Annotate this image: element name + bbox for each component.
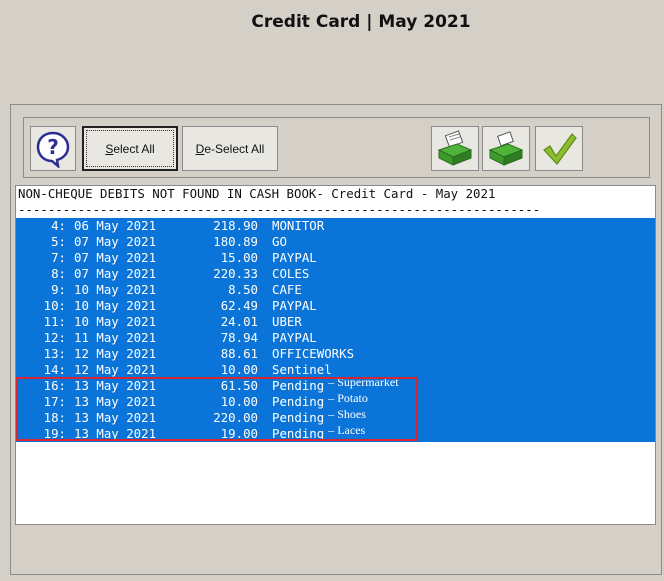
select-all-button[interactable]: Select All [82, 126, 178, 171]
row-index: 14: [43, 362, 66, 377]
row-amount: 15.00 [220, 250, 258, 265]
deselect-all-label: e-Select All [204, 141, 265, 156]
list-item[interactable]: 5: 07 May 2021 180.89 GO [16, 234, 655, 250]
row-amount: 24.01 [220, 314, 258, 329]
row-date: 07 May 2021 [74, 234, 157, 249]
row-amount: 62.49 [220, 298, 258, 313]
row-description: Sentinel [272, 362, 332, 377]
list-item[interactable]: 10: 10 May 2021 62.49 PAYPAL [16, 298, 655, 314]
row-description: PAYPAL [272, 330, 317, 345]
row-description: GO [272, 234, 287, 249]
printer-icon [437, 129, 473, 166]
main-panel: ? Select All De-Select All NON-CHEQUE DE… [10, 104, 662, 575]
help-button[interactable]: ? [30, 126, 76, 171]
row-description: MONITOR [272, 218, 325, 233]
row-date: 07 May 2021 [74, 266, 157, 281]
row-amount: 180.89 [213, 234, 258, 249]
report-separator: ----------------------------------------… [18, 202, 541, 217]
row-index: 7: [51, 250, 66, 265]
row-index: 8: [51, 266, 66, 281]
printer-icon [488, 130, 524, 166]
list-item[interactable]: 13: 12 May 2021 88.61 OFFICEWORKS [16, 346, 655, 362]
page-title: Credit Card | May 2021 [251, 12, 471, 32]
toolbar: ? Select All De-Select All [23, 117, 650, 178]
row-index: 4: [51, 218, 66, 233]
row-amount: 10.00 [220, 362, 258, 377]
svg-text:?: ? [47, 135, 59, 159]
row-date: 10 May 2021 [74, 298, 157, 313]
row-description: PAYPAL [272, 250, 317, 265]
row-description: UBER [272, 314, 302, 329]
row-index: 12: [43, 330, 66, 345]
list-item[interactable]: 7: 07 May 2021 15.00 PAYPAL [16, 250, 655, 266]
checkmark-icon [543, 132, 577, 165]
print-button-1[interactable] [431, 126, 479, 171]
select-all-label: elect All [113, 141, 155, 156]
row-amount: 88.61 [220, 346, 258, 361]
row-amount: 78.94 [220, 330, 258, 345]
row-date: 10 May 2021 [74, 314, 157, 329]
deselect-all-accel: D [195, 141, 205, 156]
list-item[interactable]: 12: 11 May 2021 78.94 PAYPAL [16, 330, 655, 346]
print-button-2[interactable] [482, 126, 530, 171]
row-description: COLES [272, 266, 310, 281]
list-item[interactable]: 11: 10 May 2021 24.01 UBER [16, 314, 655, 330]
select-all-accel: S [105, 141, 114, 156]
list-item[interactable]: 9: 10 May 2021 8.50 CAFE [16, 282, 655, 298]
report-header: NON-CHEQUE DEBITS NOT FOUND IN CASH BOOK… [18, 186, 496, 201]
question-mark-icon: ? [36, 131, 70, 168]
row-description: CAFE [272, 282, 302, 297]
pending-highlight-box [16, 377, 418, 441]
row-amount: 220.33 [213, 266, 258, 281]
row-amount: 8.50 [228, 282, 258, 297]
ok-button[interactable] [535, 126, 583, 171]
row-index: 13: [43, 346, 66, 361]
row-date: 12 May 2021 [74, 362, 157, 377]
row-index: 11: [43, 314, 66, 329]
row-date: 06 May 2021 [74, 218, 157, 233]
list-item[interactable]: 8: 07 May 2021 220.33 COLES [16, 266, 655, 282]
row-date: 11 May 2021 [74, 330, 157, 345]
row-date: 07 May 2021 [74, 250, 157, 265]
row-amount: 218.90 [213, 218, 258, 233]
row-index: 10: [43, 298, 66, 313]
report-list[interactable]: NON-CHEQUE DEBITS NOT FOUND IN CASH BOOK… [15, 185, 656, 525]
row-date: 12 May 2021 [74, 346, 157, 361]
row-index: 9: [51, 282, 66, 297]
row-description: PAYPAL [272, 298, 317, 313]
list-item[interactable]: 4: 06 May 2021 218.90 MONITOR [16, 218, 655, 234]
row-index: 5: [51, 234, 66, 249]
row-date: 10 May 2021 [74, 282, 157, 297]
deselect-all-button[interactable]: De-Select All [182, 126, 278, 171]
row-description: OFFICEWORKS [272, 346, 355, 361]
